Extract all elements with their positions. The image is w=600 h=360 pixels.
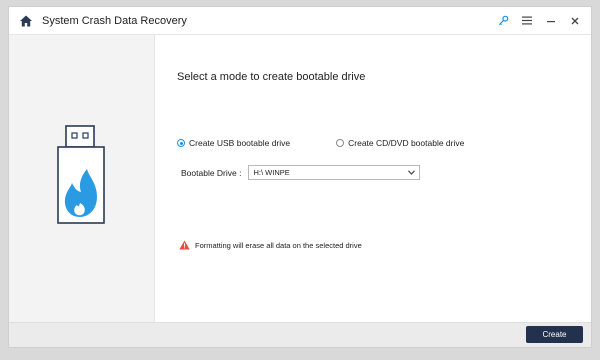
bootable-drive-select[interactable]: H:\ WINPE bbox=[248, 165, 421, 180]
chevron-down-icon bbox=[408, 170, 416, 175]
cd-dvd-mode-radio[interactable] bbox=[336, 139, 345, 147]
cd-dvd-mode-option[interactable]: Create CD/DVD bootable drive bbox=[336, 138, 464, 148]
page-heading: Select a mode to create bootable drive bbox=[177, 71, 366, 83]
cd-dvd-mode-label: Create CD/DVD bootable drive bbox=[348, 138, 465, 148]
create-button[interactable]: Create bbox=[526, 326, 583, 343]
format-warning: Formatting will erase all data on the se… bbox=[179, 240, 362, 250]
main-content: Select a mode to create bootable drive C… bbox=[154, 35, 591, 323]
menu-icon[interactable] bbox=[521, 15, 533, 27]
footer-bar: Create bbox=[9, 322, 591, 347]
usb-mode-label: Create USB bootable drive bbox=[189, 138, 291, 148]
mode-options: Create USB bootable drive Create CD/DVD … bbox=[177, 138, 464, 148]
warning-icon bbox=[179, 240, 190, 250]
usb-mode-option[interactable]: Create USB bootable drive bbox=[177, 138, 290, 148]
app-window: System Crash Data Recovery Select a mode… bbox=[8, 6, 592, 348]
usb-drive-icon bbox=[57, 125, 105, 224]
warning-text: Formatting will erase all data on the se… bbox=[195, 240, 362, 250]
bootable-drive-value: H:\ WINPE bbox=[253, 168, 290, 177]
illustration-pane bbox=[9, 35, 155, 323]
key-icon[interactable] bbox=[497, 15, 509, 27]
minimize-icon[interactable] bbox=[545, 15, 557, 27]
bootable-drive-label: Bootable Drive : bbox=[181, 167, 242, 178]
usb-mode-radio[interactable] bbox=[177, 139, 185, 147]
title-bar: System Crash Data Recovery bbox=[9, 7, 591, 35]
drive-selector-row: Bootable Drive : H:\ WINPE bbox=[181, 165, 421, 180]
app-title: System Crash Data Recovery bbox=[42, 14, 187, 27]
home-icon[interactable] bbox=[19, 14, 33, 28]
close-icon[interactable] bbox=[569, 15, 581, 27]
window-controls bbox=[497, 15, 581, 27]
